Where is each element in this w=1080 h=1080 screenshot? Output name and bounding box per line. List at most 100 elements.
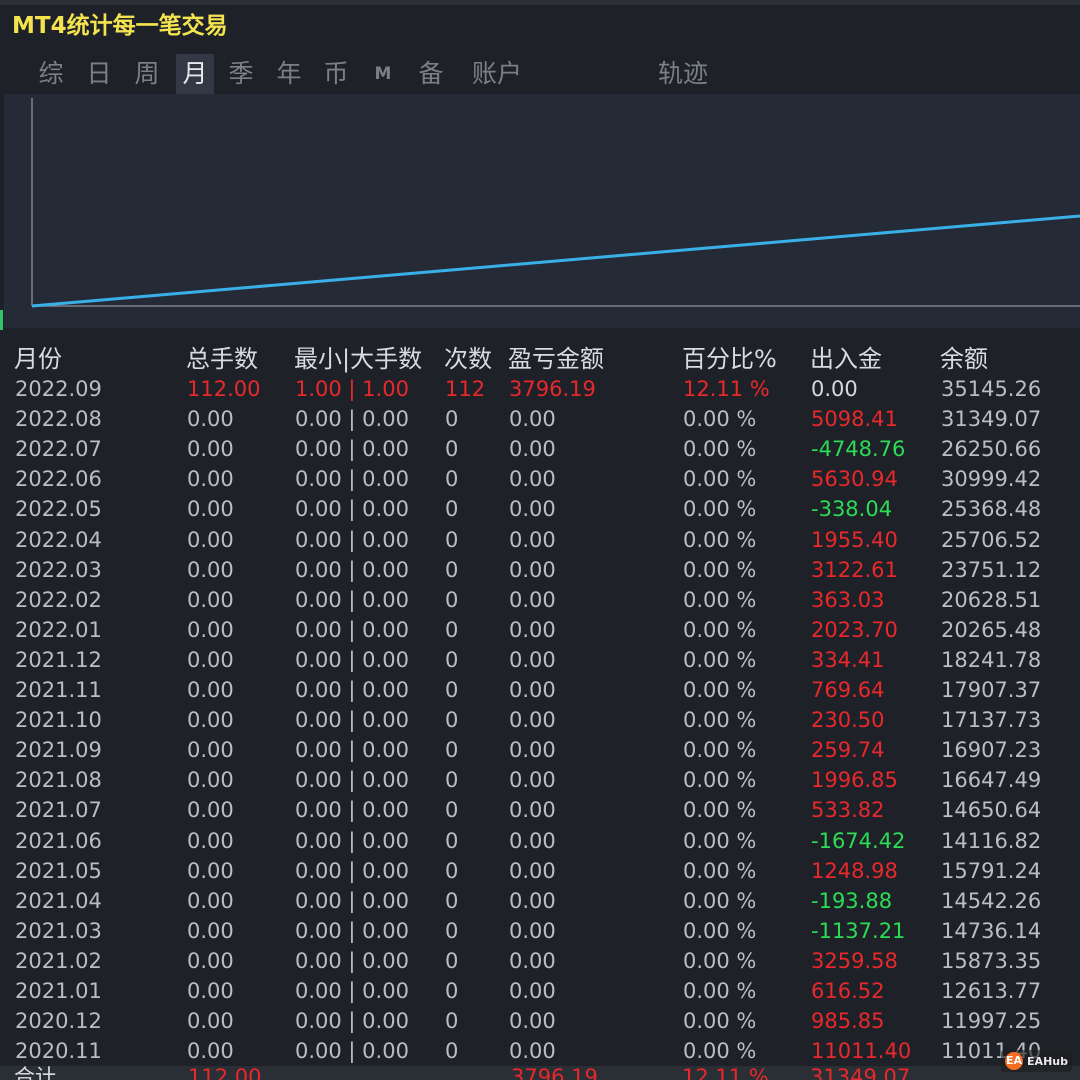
- cell-month: 2022.04: [15, 527, 102, 552]
- table-row[interactable]: 2022.01 0.00 0.00 | 0.00 0 0.00 0.00 % 2023.70…: [0, 615, 1080, 645]
- cell-month: 2022.05: [15, 497, 102, 522]
- table-row[interactable]: 2021.05 0.00 0.00 | 0.00 0 0.00 0.00 % 1248.98…: [0, 856, 1080, 886]
- cell-balance: 15791.24: [941, 858, 1042, 883]
- cell-month: 2022.06: [15, 467, 102, 492]
- table-row[interactable]: 2021.04 0.00 0.00 | 0.00 0 0.00 0.00 % -193.88…: [0, 886, 1080, 916]
- total-lots: 112.00: [188, 1066, 262, 1080]
- cell-trade-count: 0: [445, 888, 459, 913]
- cell-min-max-lots: 0.00 | 0.00: [295, 738, 409, 763]
- tab-5[interactable]: 年: [274, 54, 304, 94]
- cell-trade-count: 0: [445, 738, 459, 763]
- cell-min-max-lots: 0.00 | 0.00: [295, 918, 409, 943]
- cell-month: 2021.02: [15, 948, 102, 973]
- app-title: MT4统计每一笔交易: [12, 13, 228, 39]
- cell-min-max-lots: 0.00 | 0.00: [295, 557, 409, 582]
- cell-month: 2021.03: [15, 918, 102, 943]
- table-row[interactable]: 2022.07 0.00 0.00 | 0.00 0 0.00 0.00 % -4748.7…: [0, 434, 1080, 464]
- cell-min-max-lots: 0.00 | 0.00: [295, 979, 409, 1003]
- cell-month: 2022.09: [15, 377, 102, 401]
- cell-pnl: 0.00: [509, 647, 556, 672]
- cell-balance: 16647.49: [941, 768, 1042, 793]
- table-row[interactable]: 2021.01 0.00 0.00 | 0.00 0 0.00 0.00 % 616.52 1…: [0, 976, 1080, 1006]
- cell-total-lots: 0.00: [187, 678, 234, 702]
- cell-trade-count: 0: [445, 979, 459, 1003]
- cell-pnl: 0.00: [509, 678, 556, 702]
- equity-chart-svg: [31, 98, 1080, 308]
- header-col-3[interactable]: 次数: [444, 344, 492, 374]
- table-row[interactable]: 2021.12 0.00 0.00 | 0.00 0 0.00 0.00 % 334.41 1…: [0, 645, 1080, 675]
- header-col-5[interactable]: 百分比%: [682, 344, 777, 374]
- table-row[interactable]: 2022.04 0.00 0.00 | 0.00 0 0.00 0.00 % 1955.40…: [0, 525, 1080, 555]
- cell-balance: 25368.48: [941, 497, 1042, 522]
- cell-trade-count: 0: [445, 437, 459, 462]
- header-col-2[interactable]: 最小|大手数: [294, 344, 422, 374]
- table-row[interactable]: 2021.08 0.00 0.00 | 0.00 0 0.00 0.00 % 1996.85…: [0, 765, 1080, 795]
- table-row[interactable]: 2022.09 112.00 1.00 | 1.00 112 3796.19 12.11 …: [0, 374, 1080, 404]
- table-row[interactable]: 2021.07 0.00 0.00 | 0.00 0 0.00 0.00 % 533.82 1…: [0, 795, 1080, 825]
- header-col-6[interactable]: 出入金: [810, 344, 882, 374]
- tab-8[interactable]: 备: [416, 54, 446, 94]
- cell-pnl: 0.00: [509, 918, 556, 943]
- cell-cash-flow: -1674.42: [811, 828, 906, 853]
- tab-2[interactable]: 周: [132, 54, 162, 94]
- table-row[interactable]: 2021.06 0.00 0.00 | 0.00 0 0.00 0.00 % -1674.4…: [0, 826, 1080, 856]
- cell-trade-count: 0: [445, 948, 459, 973]
- total-row: 合计 112.00 3796.19 12.11 % 31349.07: [0, 1066, 1080, 1080]
- cell-balance: 20265.48: [941, 617, 1042, 642]
- tab-7[interactable]: M: [372, 54, 394, 94]
- cell-cash-flow: 0.00: [811, 377, 858, 401]
- total-flow: 31349.07: [810, 1066, 911, 1080]
- table-row[interactable]: 2021.03 0.00 0.00 | 0.00 0 0.00 0.00 % -1137.2…: [0, 916, 1080, 946]
- cell-total-lots: 0.00: [187, 617, 234, 642]
- tab-0[interactable]: 综: [36, 54, 66, 94]
- tab-10[interactable]: 轨迹: [654, 54, 712, 94]
- tab-3[interactable]: 月: [176, 54, 214, 94]
- table-row[interactable]: 2022.08 0.00 0.00 | 0.00 0 0.00 0.00 % 5098.41…: [0, 404, 1080, 434]
- cell-total-lots: 0.00: [187, 557, 234, 582]
- cell-percent: 0.00 %: [683, 587, 757, 612]
- cell-month: 2021.08: [15, 768, 102, 793]
- cell-pnl: 3796.19: [509, 377, 596, 401]
- table-row[interactable]: 2022.05 0.00 0.00 | 0.00 0 0.00 0.00 % -338.04…: [0, 494, 1080, 524]
- cell-month: 2021.12: [15, 647, 102, 672]
- cell-pnl: 0.00: [509, 708, 556, 733]
- cell-min-max-lots: 0.00 | 0.00: [295, 678, 409, 702]
- cell-total-lots: 0.00: [187, 888, 234, 913]
- cell-balance: 23751.12: [941, 557, 1042, 582]
- cell-percent: 0.00 %: [683, 407, 757, 432]
- equity-chart: [4, 94, 1080, 328]
- header-col-0[interactable]: 月份: [14, 344, 62, 374]
- table-row[interactable]: 2021.02 0.00 0.00 | 0.00 0 0.00 0.00 % 3259.58…: [0, 946, 1080, 976]
- table-row[interactable]: 2022.02 0.00 0.00 | 0.00 0 0.00 0.00 % 363.03 2…: [0, 585, 1080, 615]
- table-row[interactable]: 2021.10 0.00 0.00 | 0.00 0 0.00 0.00 % 230.50 1…: [0, 705, 1080, 735]
- tab-4[interactable]: 季: [226, 54, 256, 94]
- table-row[interactable]: 2020.12 0.00 0.00 | 0.00 0 0.00 0.00 % 985.85 1…: [0, 1006, 1080, 1036]
- cell-total-lots: 0.00: [187, 918, 234, 943]
- cell-balance: 25706.52: [941, 527, 1042, 552]
- cell-trade-count: 0: [445, 587, 459, 612]
- cell-percent: 0.00 %: [683, 527, 757, 552]
- cell-trade-count: 0: [445, 768, 459, 793]
- tab-9[interactable]: 账户: [468, 54, 526, 94]
- table-row[interactable]: 2021.11 0.00 0.00 | 0.00 0 0.00 0.00 % 769.64 1…: [0, 675, 1080, 705]
- equity-line: [31, 214, 1080, 308]
- header-col-7[interactable]: 余额: [940, 344, 988, 374]
- table-row[interactable]: 2022.06 0.00 0.00 | 0.00 0 0.00 0.00 % 5630.94…: [0, 464, 1080, 494]
- table-row[interactable]: 2020.11 0.00 0.00 | 0.00 0 0.00 0.00 % 11011.4…: [0, 1036, 1080, 1066]
- tab-1[interactable]: 日: [84, 54, 114, 94]
- cell-percent: 12.11 %: [683, 377, 770, 401]
- cell-pnl: 0.00: [509, 948, 556, 973]
- cell-pnl: 0.00: [509, 467, 556, 492]
- cell-balance: 14650.64: [941, 798, 1042, 823]
- table-row[interactable]: 2021.09 0.00 0.00 | 0.00 0 0.00 0.00 % 259.74 1…: [0, 735, 1080, 765]
- cell-trade-count: 0: [445, 497, 459, 522]
- cell-cash-flow: 11011.40: [811, 1039, 912, 1064]
- cell-month: 2022.01: [15, 617, 102, 642]
- header-col-1[interactable]: 总手数: [186, 344, 258, 374]
- cell-total-lots: 0.00: [187, 587, 234, 612]
- header-col-4[interactable]: 盈亏金额: [508, 344, 604, 374]
- cell-trade-count: 0: [445, 647, 459, 672]
- table-row[interactable]: 2022.03 0.00 0.00 | 0.00 0 0.00 0.00 % 3122.61…: [0, 555, 1080, 585]
- tab-6[interactable]: 币: [321, 54, 351, 94]
- cell-min-max-lots: 0.00 | 0.00: [295, 1039, 409, 1064]
